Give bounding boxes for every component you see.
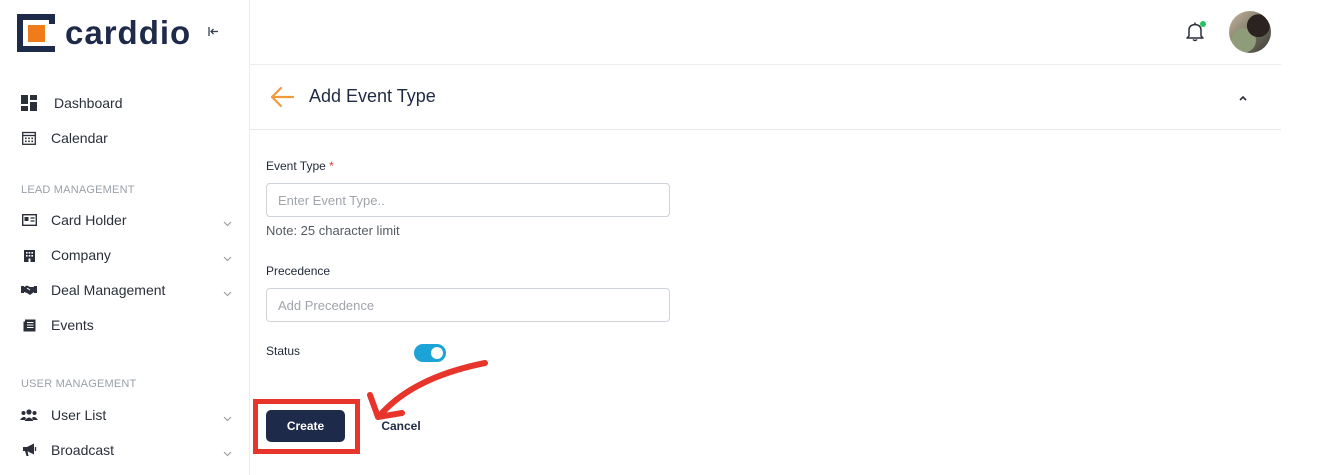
sidebar-item-broadcast[interactable]: Broadcast [20, 438, 232, 462]
sidebar-item-calendar[interactable]: Calendar [20, 126, 232, 150]
avatar[interactable] [1229, 11, 1271, 53]
sidebar-item-label: Events [51, 317, 94, 333]
sidebar-item-label: Card Holder [51, 212, 127, 228]
logo-mark-icon [17, 14, 55, 52]
back-arrow-icon[interactable] [269, 85, 295, 109]
page-title: Add Event Type [309, 86, 436, 106]
top-bar [250, 0, 1281, 65]
event-type-label: Event Type * [266, 159, 334, 173]
chevron-up-icon[interactable] [1237, 91, 1249, 103]
sidebar-item-company[interactable]: Company [20, 243, 232, 267]
sidebar-item-label: Dashboard [54, 95, 123, 111]
section-title-lead-management: LEAD MANAGEMENT [21, 184, 135, 196]
sidebar-item-card-holder[interactable]: Card Holder [20, 208, 232, 232]
status-label: Status [266, 344, 301, 358]
sidebar: carddio Dashboard Calendar LEAD MANAGEME… [0, 0, 250, 475]
sidebar-item-deal-management[interactable]: Deal Management [20, 278, 232, 302]
users-icon [20, 406, 38, 424]
brand-name: carddio [65, 14, 192, 51]
dashboard-icon [20, 94, 38, 112]
sidebar-item-label: Company [51, 247, 111, 263]
building-icon [20, 246, 38, 264]
character-limit-note: Note: 25 character limit [266, 223, 400, 238]
chevron-down-icon [223, 444, 232, 462]
precedence-input[interactable] [266, 288, 670, 322]
section-title-user-management: USER MANAGEMENT [21, 378, 137, 390]
handshake-icon [20, 281, 38, 299]
event-type-input[interactable] [266, 183, 670, 217]
sidebar-item-events[interactable]: Events [20, 313, 232, 337]
sidebar-item-dashboard[interactable]: Dashboard [20, 91, 232, 115]
precedence-label: Precedence [266, 264, 331, 278]
sidebar-item-label: Calendar [51, 130, 108, 146]
id-card-icon [20, 211, 38, 229]
chevron-down-icon [223, 214, 232, 232]
create-button[interactable]: Create [266, 410, 345, 442]
required-mark: * [329, 159, 334, 173]
cancel-button[interactable]: Cancel [371, 414, 431, 438]
card-header: Add Event Type [250, 66, 1281, 130]
sidebar-item-user-list[interactable]: User List [20, 403, 232, 427]
events-icon [20, 316, 38, 334]
sidebar-item-label: User List [51, 407, 107, 423]
brand-logo[interactable]: carddio [17, 13, 191, 53]
notification-dot [1200, 21, 1206, 27]
megaphone-icon [20, 441, 38, 459]
sidebar-item-label: Broadcast [51, 442, 115, 458]
sidebar-item-label: Deal Management [51, 282, 166, 298]
event-type-label-text: Event Type [266, 159, 326, 173]
collapse-sidebar-icon[interactable] [208, 27, 219, 39]
chevron-down-icon [223, 284, 232, 302]
calendar-icon [20, 129, 38, 147]
chevron-down-icon [223, 409, 232, 427]
chevron-down-icon [223, 249, 232, 267]
